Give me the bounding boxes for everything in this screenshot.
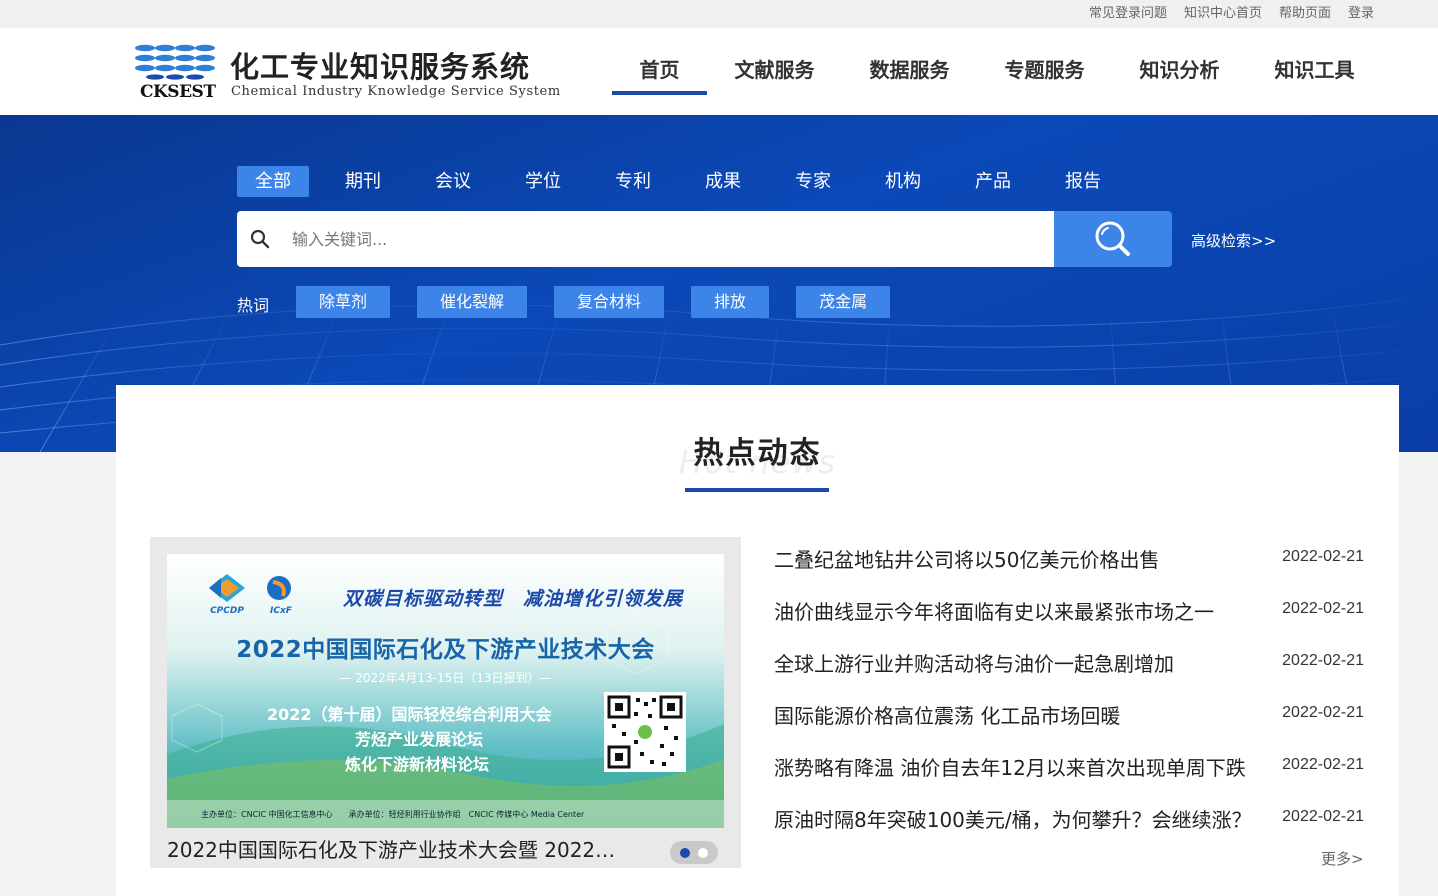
hot-word-tag[interactable]: 茂金属 [796, 286, 891, 318]
news-title[interactable]: 国际能源价格高位震荡 化工品市场回暖 [774, 700, 1120, 729]
search-category-tabs: 全部 期刊 会议 学位 专利 成果 专家 机构 产品 报告 [237, 166, 1119, 197]
news-title[interactable]: 油价曲线显示今年将面临有史以来最紧张市场之一 [774, 596, 1214, 625]
hot-word-tag[interactable]: 排放 [691, 286, 770, 318]
carousel-dot-1[interactable] [680, 848, 690, 858]
search-tab-report[interactable]: 报告 [1047, 166, 1119, 197]
hot-words-list: 除草剂 催化裂解 复合材料 排放 茂金属 [296, 286, 891, 318]
carousel-pagination [670, 841, 718, 864]
news-list: 二叠纪盆地钻井公司将以50亿美元价格出售 2022-02-21 油价曲线显示今年… [774, 531, 1364, 843]
top-links: 常见登录问题 知识中心首页 帮助页面 登录 [1089, 2, 1374, 21]
search-tab-achievement[interactable]: 成果 [687, 166, 759, 197]
icxf-logo: ICxF [259, 574, 303, 616]
magnifier-icon [1095, 221, 1130, 256]
search-tab-product[interactable]: 产品 [957, 166, 1029, 197]
news-carousel: CPCDP ICxF 双碳目标驱动转型 减油增化引领发展 2022中国国际石化及… [150, 537, 741, 868]
banner-slogan: 双碳目标驱动转型 减油增化引领发展 [343, 588, 684, 610]
news-date: 2022-02-21 [1282, 756, 1364, 773]
top-link-knowledge-home[interactable]: 知识中心首页 [1184, 2, 1262, 21]
search-tab-degree[interactable]: 学位 [507, 166, 579, 197]
list-item[interactable]: 油价曲线显示今年将面临有史以来最紧张市场之一 2022-02-21 [774, 583, 1364, 635]
banner-footer: 主办单位：CNCIC 中国化工信息中心 承办单位：轻烃利用行业协作组 CNCIC… [167, 800, 724, 828]
top-link-login-faq[interactable]: 常见登录问题 [1089, 2, 1167, 21]
search-tab-conference[interactable]: 会议 [417, 166, 489, 197]
search-tab-journal[interactable]: 期刊 [327, 166, 399, 197]
carousel-banner-image[interactable]: CPCDP ICxF 双碳目标驱动转型 减油增化引领发展 2022中国国际石化及… [167, 554, 724, 828]
banner-main-title: 2022中国国际石化及下游产业技术大会 [236, 637, 655, 663]
logo-title: 化工专业知识服务系统 [230, 50, 531, 84]
news-title[interactable]: 原油时隔8年突破100美元/桶，为何攀升？会继续涨？ [774, 804, 1252, 833]
carousel-dot-2[interactable] [698, 848, 708, 858]
main-nav: 首页 文献服务 数据服务 专题服务 知识分析 知识工具 [612, 28, 1382, 115]
search-icon [250, 229, 270, 249]
nav-item-data[interactable]: 数据服务 [842, 28, 977, 115]
news-date: 2022-02-21 [1282, 704, 1364, 721]
top-utility-bar: 常见登录问题 知识中心首页 帮助页面 登录 [0, 0, 1438, 28]
nav-item-home[interactable]: 首页 [612, 28, 707, 115]
news-title[interactable]: 涨势略有降温 油价自去年12月以来首次出现单周下跌 [774, 752, 1246, 781]
search-input[interactable] [292, 219, 1032, 259]
search-button[interactable] [1054, 211, 1172, 267]
banner-subtitle-2: 芳烃产业发展论坛 [355, 730, 484, 749]
list-item[interactable]: 原油时隔8年突破100美元/桶，为何攀升？会继续涨？ 2022-02-21 [774, 791, 1364, 843]
hot-word-tag[interactable]: 催化裂解 [417, 286, 528, 318]
search-tab-institution[interactable]: 机构 [867, 166, 939, 197]
search-tab-expert[interactable]: 专家 [777, 166, 849, 197]
news-date: 2022-02-21 [1282, 548, 1364, 565]
banner-subtitle-1: 2022（第十届）国际轻烃综合利用大会 [267, 705, 552, 724]
news-title[interactable]: 二叠纪盆地钻井公司将以50亿美元价格出售 [774, 544, 1159, 573]
hot-news-panel: Hot news 热点动态 CPCDP ICxF 双碳目标驱动转型 减油增化引领… [116, 385, 1399, 896]
news-date: 2022-02-21 [1282, 652, 1364, 669]
hot-word-tag[interactable]: 复合材料 [554, 286, 665, 318]
search-tab-all[interactable]: 全部 [237, 166, 309, 197]
search-tab-patent[interactable]: 专利 [597, 166, 669, 197]
news-date: 2022-02-21 [1282, 600, 1364, 617]
carousel-caption[interactable]: 2022中国国际石化及下游产业技术大会暨 2022（第十届）国际轻烃综合利用大会 [167, 834, 617, 863]
search-box [237, 211, 1054, 267]
list-item[interactable]: 二叠纪盆地钻井公司将以50亿美元价格出售 2022-02-21 [774, 531, 1364, 583]
top-link-help[interactable]: 帮助页面 [1279, 2, 1331, 21]
nav-item-analysis[interactable]: 知识分析 [1112, 28, 1247, 115]
nav-item-literature[interactable]: 文献服务 [707, 28, 842, 115]
site-logo[interactable]: CKSEST 化工专业知识服务系统 Chemical Industry Know… [134, 42, 560, 106]
top-link-login[interactable]: 登录 [1348, 2, 1374, 21]
list-item[interactable]: 国际能源价格高位震荡 化工品市场回暖 2022-02-21 [774, 687, 1364, 739]
nav-item-topics[interactable]: 专题服务 [977, 28, 1112, 115]
list-item[interactable]: 涨势略有降温 油价自去年12月以来首次出现单周下跌 2022-02-21 [774, 739, 1364, 791]
hot-words-label: 热词 [237, 296, 270, 315]
logo-subtitle: Chemical Industry Knowledge Service Syst… [231, 84, 561, 99]
cpcdp-logo: CPCDP [201, 574, 253, 616]
advanced-search-link[interactable]: 高级检索>> [1191, 230, 1276, 251]
news-title[interactable]: 全球上游行业并购活动将与油价一起急剧增加 [774, 648, 1174, 677]
banner-date: — 2022年4月13-15日（13日报到）— [339, 671, 552, 685]
site-header: CKSEST 化工专业知识服务系统 Chemical Industry Know… [0, 28, 1438, 115]
banner-footer-text: 主办单位：CNCIC 中国化工信息中心 承办单位：轻烃利用行业协作组 CNCIC… [201, 810, 585, 819]
nav-item-tools[interactable]: 知识工具 [1247, 28, 1382, 115]
hot-word-tag[interactable]: 除草剂 [296, 286, 391, 318]
qr-code-icon [604, 692, 686, 772]
news-date: 2022-02-21 [1282, 808, 1364, 825]
more-news-link[interactable]: 更多> [1321, 848, 1364, 869]
logo-abbreviation: CKSEST [140, 82, 216, 102]
logo-mark-icon [135, 44, 215, 80]
section-underline [685, 488, 829, 492]
list-item[interactable]: 全球上游行业并购活动将与油价一起急剧增加 2022-02-21 [774, 635, 1364, 687]
banner-subtitle-3: 炼化下游新材料论坛 [345, 755, 490, 774]
section-title: 热点动态 [693, 436, 822, 471]
